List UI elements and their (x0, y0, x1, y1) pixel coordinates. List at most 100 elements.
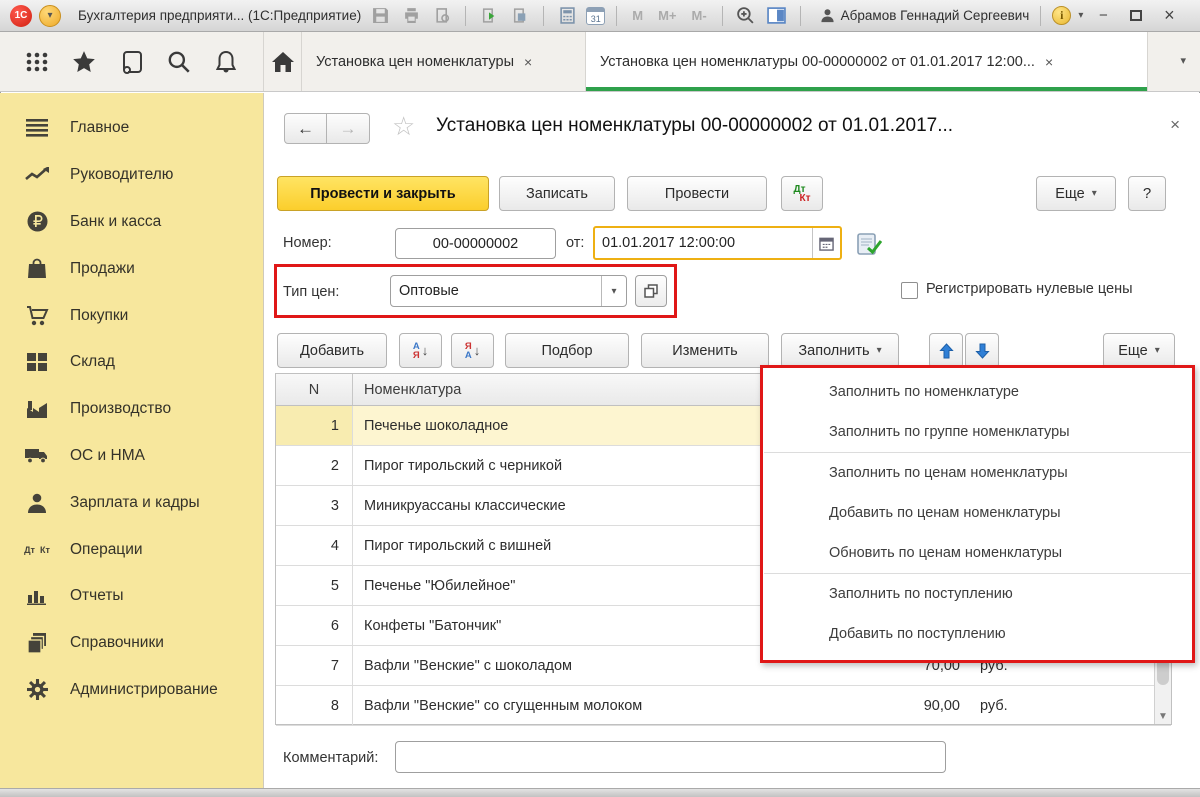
forward-button[interactable]: → (327, 113, 370, 144)
tabs-overflow-icon[interactable]: ▾ (1180, 54, 1186, 67)
close-window-button[interactable]: × (1156, 5, 1182, 27)
sidebar-item-operations[interactable]: ДтКт Операции (0, 526, 263, 573)
sidebar-item-salary-hr[interactable]: Зарплата и кадры (0, 479, 263, 526)
sidebar-item-directories[interactable]: Справочники (0, 620, 263, 667)
sidebar-item-manager[interactable]: Руководителю (0, 152, 263, 199)
window-bottom-border (0, 788, 1200, 797)
tab-price-setting-document[interactable]: Установка цен номенклатуры 00-00000002 о… (586, 32, 1148, 91)
chevron-down-icon: ▾ (1092, 188, 1097, 199)
pick-button[interactable]: Подбор (505, 333, 629, 368)
tab-price-setting-list[interactable]: Установка цен номенклатуры × (302, 32, 586, 91)
register-zero-checkbox[interactable] (901, 282, 918, 299)
info-icon[interactable]: i (1052, 6, 1071, 25)
add-row-button[interactable]: Добавить (277, 333, 387, 368)
calculator-icon[interactable] (555, 5, 579, 27)
register-zero-label: Регистрировать нулевые цены (926, 277, 1144, 302)
zoom-icon[interactable] (734, 5, 758, 27)
sidebar-item-reports[interactable]: Отчеты (0, 573, 263, 620)
chevron-down-icon[interactable]: ▾ (1078, 10, 1083, 21)
fill-button[interactable]: Заполнить▾ (781, 333, 899, 368)
document-form: ← → ☆ Установка цен номенклатуры 00-0000… (264, 93, 1200, 788)
number-field[interactable]: 00-00000002 (395, 228, 556, 259)
price-type-combo[interactable]: Оптовые ▾ (390, 275, 627, 307)
sidebar-item-warehouse[interactable]: Склад (0, 339, 263, 386)
help-button[interactable]: ? (1128, 176, 1166, 211)
menu-item-fill-by-prices[interactable]: Заполнить по ценам номенклатуры (763, 453, 1192, 493)
calendar-picker-icon[interactable] (812, 228, 840, 258)
memory-subtract-button[interactable]: M- (688, 8, 711, 23)
history-icon[interactable] (117, 47, 147, 77)
down-arrow-icon: ↓ (474, 343, 481, 358)
memory-recall-button[interactable]: M (628, 8, 647, 23)
main-menu-button[interactable]: ▾ (39, 5, 61, 27)
comment-field[interactable] (395, 741, 946, 773)
favorites-star-icon[interactable] (69, 47, 99, 77)
sidebar-item-sales[interactable]: Продажи (0, 245, 263, 292)
person-icon (25, 493, 49, 513)
show-postings-button[interactable]: Дт Кт (781, 176, 823, 211)
back-button[interactable]: ← (284, 113, 327, 144)
sort-ascending-button[interactable]: А Я ↓ (399, 333, 442, 368)
move-down-button[interactable] (965, 333, 999, 368)
down-arrow-icon (975, 343, 990, 359)
current-user[interactable]: Абрамов Геннадий Сергеевич (820, 8, 1030, 23)
more-actions-button[interactable]: Еще▾ (1036, 176, 1116, 211)
search-icon[interactable] (164, 47, 194, 77)
post-and-close-button[interactable]: Провести и закрыть (277, 176, 489, 211)
sidebar-item-administration[interactable]: Администрирование (0, 667, 263, 714)
fill-dropdown-menu: Заполнить по номенклатуре Заполнить по г… (760, 365, 1195, 663)
table-row[interactable]: 8 Вафли "Венские" со сгущенным молоком 9… (276, 686, 1171, 726)
dtkt-icon: Дт Кт (793, 185, 810, 203)
number-label: Номер: (283, 235, 332, 251)
open-price-type-button[interactable] (635, 275, 667, 307)
split-panes-icon[interactable] (765, 5, 789, 27)
close-form-icon[interactable]: × (1170, 115, 1180, 135)
sidebar-item-os-nma[interactable]: ОС и НМА (0, 433, 263, 480)
calendar-icon[interactable]: 31 (586, 7, 605, 25)
form-actions: Провести и закрыть Записать Провести Дт … (264, 176, 1200, 211)
maximize-button[interactable] (1123, 5, 1149, 27)
write-button[interactable]: Записать (499, 176, 615, 211)
sidebar-item-purchases[interactable]: Покупки (0, 292, 263, 339)
document-posted-icon (856, 232, 882, 259)
favorite-star-icon[interactable]: ☆ (392, 111, 415, 142)
titlebar-separator (722, 6, 723, 26)
sidebar-item-production[interactable]: Производство (0, 386, 263, 433)
titlebar-separator (616, 6, 617, 26)
post-button[interactable]: Провести (627, 176, 767, 211)
menu-item-fill-by-receipt[interactable]: Заполнить по поступлению (763, 574, 1192, 614)
memory-add-button[interactable]: M+ (654, 8, 680, 23)
menu-item-update-by-prices[interactable]: Обновить по ценам номенклатуры (763, 533, 1192, 573)
table-more-button[interactable]: Еще▾ (1103, 333, 1175, 368)
sidebar-item-bank-cash[interactable]: Банк и касса (0, 199, 263, 246)
minimize-button[interactable]: − (1090, 5, 1116, 27)
tab-close-icon[interactable]: × (524, 54, 532, 70)
menu-item-fill-by-nomenclature[interactable]: Заполнить по номенклатуре (763, 372, 1192, 412)
nav-history-buttons: ← → (284, 113, 370, 144)
notifications-bell-icon[interactable] (211, 47, 241, 77)
send-file-icon[interactable] (508, 5, 532, 27)
date-field[interactable]: 01.01.2017 12:00:00 (593, 226, 842, 260)
app-window: 1С ▾ Бухгалтерия предприяти... (1С:Предп… (0, 0, 1200, 797)
load-file-icon[interactable] (477, 5, 501, 27)
print-preview-icon[interactable] (430, 5, 454, 27)
menu-item-add-by-prices[interactable]: Добавить по ценам номенклатуры (763, 493, 1192, 533)
menu-item-add-by-receipt[interactable]: Добавить по поступлению (763, 614, 1192, 654)
apps-grid-icon[interactable] (22, 47, 52, 77)
print-icon[interactable] (399, 5, 423, 27)
column-header-n[interactable]: N (276, 374, 353, 405)
truck-icon (25, 447, 49, 464)
home-tab-button[interactable] (265, 32, 302, 91)
sidebar-item-main[interactable]: Главное (0, 105, 263, 152)
menu-item-fill-by-group[interactable]: Заполнить по группе номенклатуры (763, 412, 1192, 452)
titlebar-separator (543, 6, 544, 26)
open-in-new-icon (644, 284, 658, 298)
trend-icon (25, 167, 49, 183)
save-icon[interactable] (368, 5, 392, 27)
change-button[interactable]: Изменить (641, 333, 769, 368)
combo-dropdown-icon[interactable]: ▾ (601, 276, 626, 306)
move-up-button[interactable] (929, 333, 963, 368)
scrollbar-down-icon[interactable]: ▼ (1155, 711, 1171, 722)
sort-descending-button[interactable]: Я А ↓ (451, 333, 494, 368)
tab-close-icon[interactable]: × (1045, 54, 1053, 70)
